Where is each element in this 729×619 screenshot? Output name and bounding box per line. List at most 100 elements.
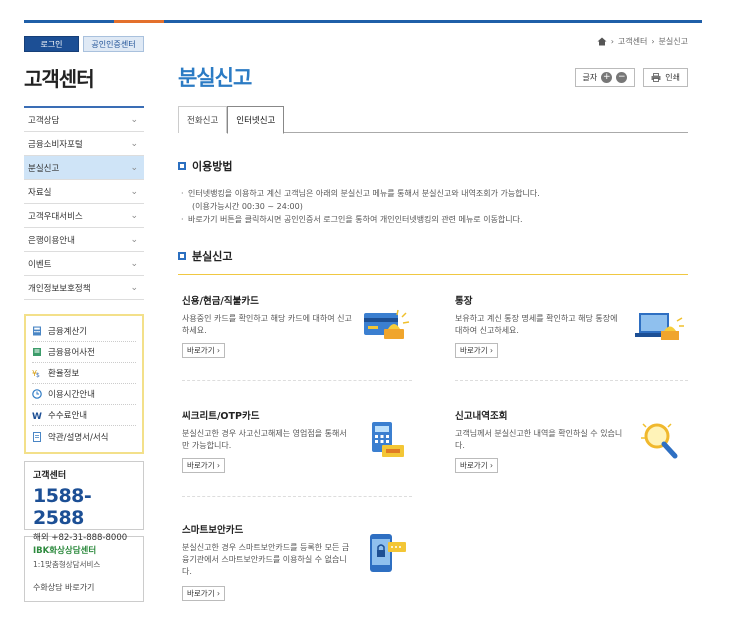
cs-title: 고객센터 (33, 471, 67, 481)
chevron-down-icon: ⌄ (130, 186, 138, 197)
square-bullet-icon (178, 162, 186, 170)
card-desc: 고객님께서 분실신고한 내역을 확인하실 수 있습니다. (455, 429, 623, 450)
clock-icon (32, 389, 42, 399)
quick-link-dictionary[interactable]: 금융용어사전 (32, 342, 136, 363)
cert-center-button[interactable]: 공인인증센터 (83, 36, 144, 52)
customer-center-box: 고객센터 1588-2588 해외 +82-31-888-8000 (24, 461, 144, 543)
quick-link-calculator[interactable]: 금융계산기 (32, 321, 136, 342)
sidebar-item-lost-report[interactable]: 분실신고 ⌄ (24, 156, 144, 180)
video-consult-sub: 1:1맞춤형상담서비스 (33, 560, 101, 569)
quick-link-label: 이용시간안내 (48, 390, 95, 400)
font-size-label: 글자 (582, 73, 598, 82)
sidebar-item-label: 고객우대서비스 (28, 211, 83, 222)
sidebar-item-guide[interactable]: 은행이용안내 ⌄ (24, 228, 144, 252)
sidebar-item-label: 개인정보보호정책 (28, 283, 91, 294)
sidebar-item-privacy[interactable]: 개인정보보호정책 ⌄ (24, 276, 144, 300)
quick-link-hours[interactable]: 이용시간안내 (32, 384, 136, 405)
breadcrumb: › 고객센터 › 분실신고 (597, 36, 688, 47)
breadcrumb-separator: › (610, 37, 614, 46)
cs-phone: 1588-2588 (33, 485, 92, 529)
chevron-down-icon: ⌄ (130, 258, 138, 269)
top-border (24, 20, 702, 23)
chevron-down-icon: ⌄ (130, 210, 138, 221)
quick-link-label: 수수료안내 (48, 411, 88, 421)
breadcrumb-separator: › (651, 37, 655, 46)
card-divider (455, 380, 688, 381)
sidebar-item-label: 이벤트 (28, 259, 52, 270)
otp-card-icon (372, 422, 404, 457)
tab-phone-report[interactable]: 전화신고 (178, 106, 228, 133)
card-divider (182, 380, 412, 381)
sidebar-item-label: 금융소비자포털 (28, 139, 83, 150)
chevron-down-icon: ⌄ (130, 234, 138, 245)
print-button[interactable]: 인쇄 (643, 68, 688, 87)
exchange-icon: ¥$ (32, 369, 40, 378)
usage-line: 바로가기 버튼을 클릭하시면 공인인증서 로그인을 통하여 개인인터넷뱅킹의 관… (178, 213, 688, 226)
tab-bar: 전화신고 인터넷신고 (178, 106, 688, 134)
report-heading: 분실신고 (178, 248, 688, 264)
cs-intl-phone: 해외 +82-31-888-8000 (33, 533, 128, 543)
minus-icon[interactable]: − (616, 72, 628, 83)
usage-line: (이용가능시간 00:30 ~ 24:00) (192, 202, 303, 211)
go-button[interactable]: 바로가기 › (455, 343, 498, 358)
print-label: 인쇄 (665, 73, 680, 82)
tab-internet-report[interactable]: 인터넷신고 (227, 106, 285, 134)
usage-list: 인터넷뱅킹을 이용하고 계신 고객님은 아래의 분실신고 메뉴를 통해서 분실신… (178, 187, 688, 226)
card-credit: 신용/현금/직불카드 사용중인 카드를 확인하고 해당 카드에 대하여 신고하세… (182, 293, 412, 389)
go-button[interactable]: 바로가기 › (182, 458, 225, 473)
go-button[interactable]: 바로가기 › (455, 458, 498, 473)
quick-link-label: 약관/설명서/서식 (48, 432, 109, 443)
plus-icon[interactable]: + (601, 72, 613, 83)
quick-link-exchange[interactable]: ¥ $ 환율정보 (32, 363, 136, 384)
chevron-down-icon: ⌄ (130, 138, 138, 149)
quick-link-label: 환율정보 (48, 369, 80, 379)
left-sidebar: 로그인 공인인증센터 고객센터 고객상담 ⌄ 금융소비자포털 ⌄ 분실신고 ⌄ 자료실… (24, 36, 144, 602)
svg-text:W: W (32, 412, 42, 420)
quick-link-label: 금융용어사전 (48, 348, 95, 358)
card-desc: 분실신고한 경우 사고신고해제는 영업점을 통해서만 가능합니다. (182, 429, 347, 450)
sidebar-item-portal[interactable]: 금융소비자포털 ⌄ (24, 132, 144, 156)
usage-heading-text: 이용방법 (192, 160, 233, 173)
quick-link-terms[interactable]: 약관/설명서/서식 (32, 426, 136, 447)
sidebar-item-benefits[interactable]: 고객우대서비스 ⌄ (24, 204, 144, 228)
won-icon: W (32, 412, 42, 420)
square-bullet-icon (178, 252, 186, 260)
card-alarm-icon (364, 309, 410, 339)
sidebar-item-archive[interactable]: 자료실 ⌄ (24, 180, 144, 204)
card-desc: 보유하고 계신 통장 명세를 확인하고 해당 통장에 대하여 신고하세요. (455, 314, 618, 335)
card-history: 신고내역조회 고객님께서 분실신고한 내역을 확인하실 수 있습니다. 바로가기… (455, 408, 685, 504)
quick-link-label: 금융계산기 (48, 327, 88, 337)
calculator-icon (33, 326, 41, 336)
font-size-control: 글자 + − (574, 68, 636, 87)
sidebar-menu: 고객상담 ⌄ 금융소비자포털 ⌄ 분실신고 ⌄ 자료실 ⌄ 고객우대서비스 ⌄ 은행이용안… (24, 106, 144, 300)
sidebar-item-label: 은행이용안내 (28, 235, 75, 246)
smart-card-icon (370, 534, 406, 572)
sidebar-item-label: 고객상담 (28, 115, 60, 126)
sign-consult-link[interactable]: 수화상담 바로가기 (33, 582, 135, 593)
card-desc: 사용중인 카드를 확인하고 해당 카드에 대하여 신고하세요. (182, 314, 352, 335)
sidebar-item-label: 분실신고 (28, 163, 60, 174)
book-icon (33, 348, 41, 356)
login-button[interactable]: 로그인 (24, 36, 79, 52)
breadcrumb-item[interactable]: 고객센터 (618, 36, 647, 47)
sidebar-item-consult[interactable]: 고객상담 ⌄ (24, 108, 144, 132)
laptop-alarm-icon (635, 313, 684, 340)
chevron-down-icon: ⌄ (130, 282, 138, 293)
video-consult-box: IBK화상상담센터 1:1맞춤형상담서비스 수화상담 바로가기 (24, 536, 144, 602)
card-passbook: 통장 보유하고 계신 통장 명세를 확인하고 해당 통장에 대하여 신고하세요.… (455, 293, 685, 389)
login-row: 로그인 공인인증센터 (24, 36, 144, 52)
card-divider (182, 496, 412, 497)
quick-link-fees[interactable]: W 수수료안내 (32, 405, 136, 426)
go-button[interactable]: 바로가기 › (182, 343, 225, 358)
home-icon[interactable] (597, 37, 607, 46)
quick-links: 금융계산기 금융용어사전 ¥ $ 환율정보 이용시간안내 W 수수료안내 약관/설… (24, 314, 144, 454)
svg-text:$: $ (36, 372, 40, 378)
printer-icon (651, 73, 661, 82)
video-consult-title[interactable]: IBK화상상담센터 (33, 544, 135, 556)
usage-heading: 이용방법 (178, 158, 688, 174)
chevron-down-icon: ⌄ (130, 114, 138, 125)
section-divider (178, 274, 688, 275)
go-button[interactable]: 바로가기 › (182, 586, 225, 601)
sidebar-item-event[interactable]: 이벤트 ⌄ (24, 252, 144, 276)
top-border-accent (114, 20, 164, 23)
